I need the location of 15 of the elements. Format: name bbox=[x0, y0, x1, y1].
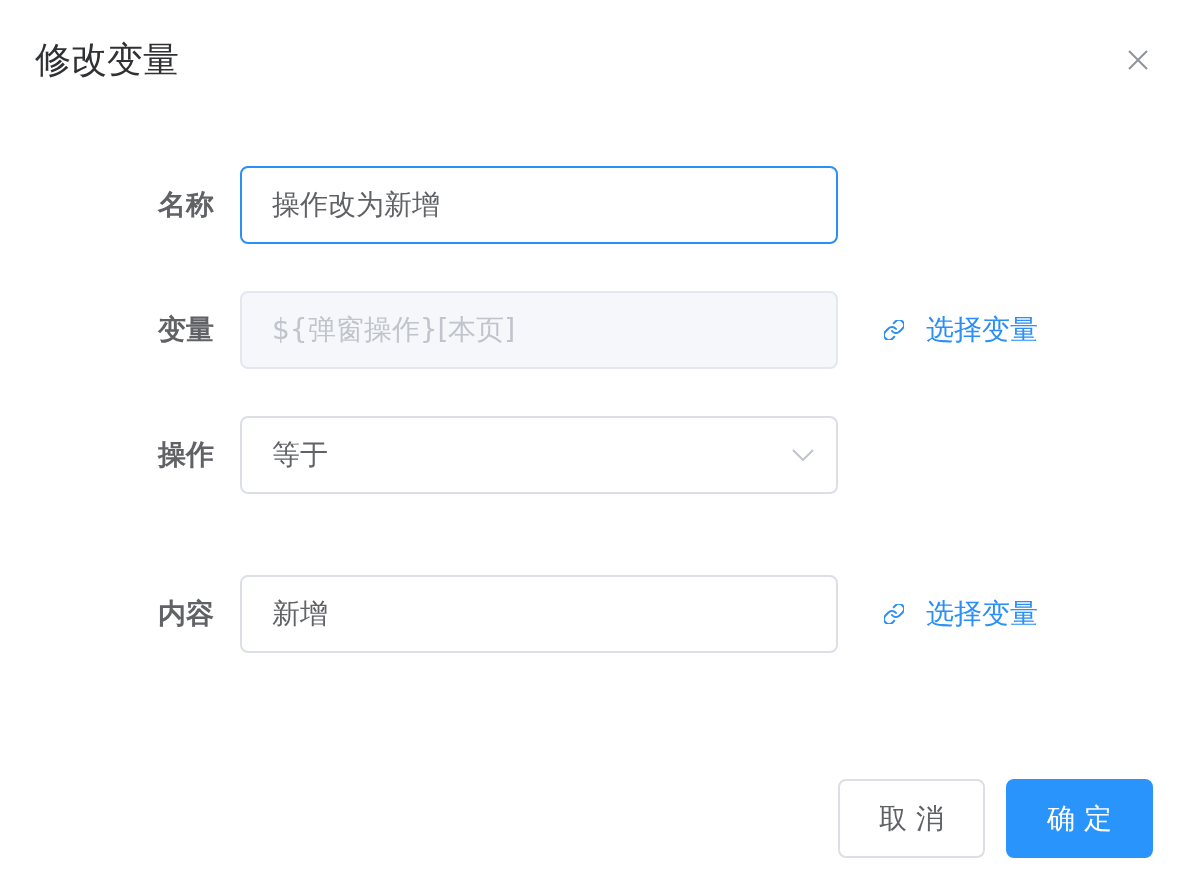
confirm-button[interactable]: 确 定 bbox=[1006, 779, 1153, 858]
dialog-title: 修改变量 bbox=[35, 38, 179, 82]
chevron-down-icon bbox=[792, 449, 814, 461]
select-variable-link[interactable]: 选择变量 bbox=[884, 595, 1038, 633]
field-label: 变量 bbox=[158, 312, 214, 348]
link-icon bbox=[884, 320, 904, 340]
input-field[interactable]: 操作改为新增 bbox=[240, 166, 838, 244]
close-icon[interactable] bbox=[1128, 50, 1148, 70]
select-field[interactable]: 等于 bbox=[240, 416, 838, 494]
cancel-button[interactable]: 取 消 bbox=[838, 779, 985, 858]
link-icon bbox=[884, 604, 904, 624]
field-label: 内容 bbox=[158, 596, 214, 632]
field-label: 名称 bbox=[158, 187, 214, 223]
input-field[interactable]: 新增 bbox=[240, 575, 838, 653]
field-label: 操作 bbox=[158, 437, 214, 473]
